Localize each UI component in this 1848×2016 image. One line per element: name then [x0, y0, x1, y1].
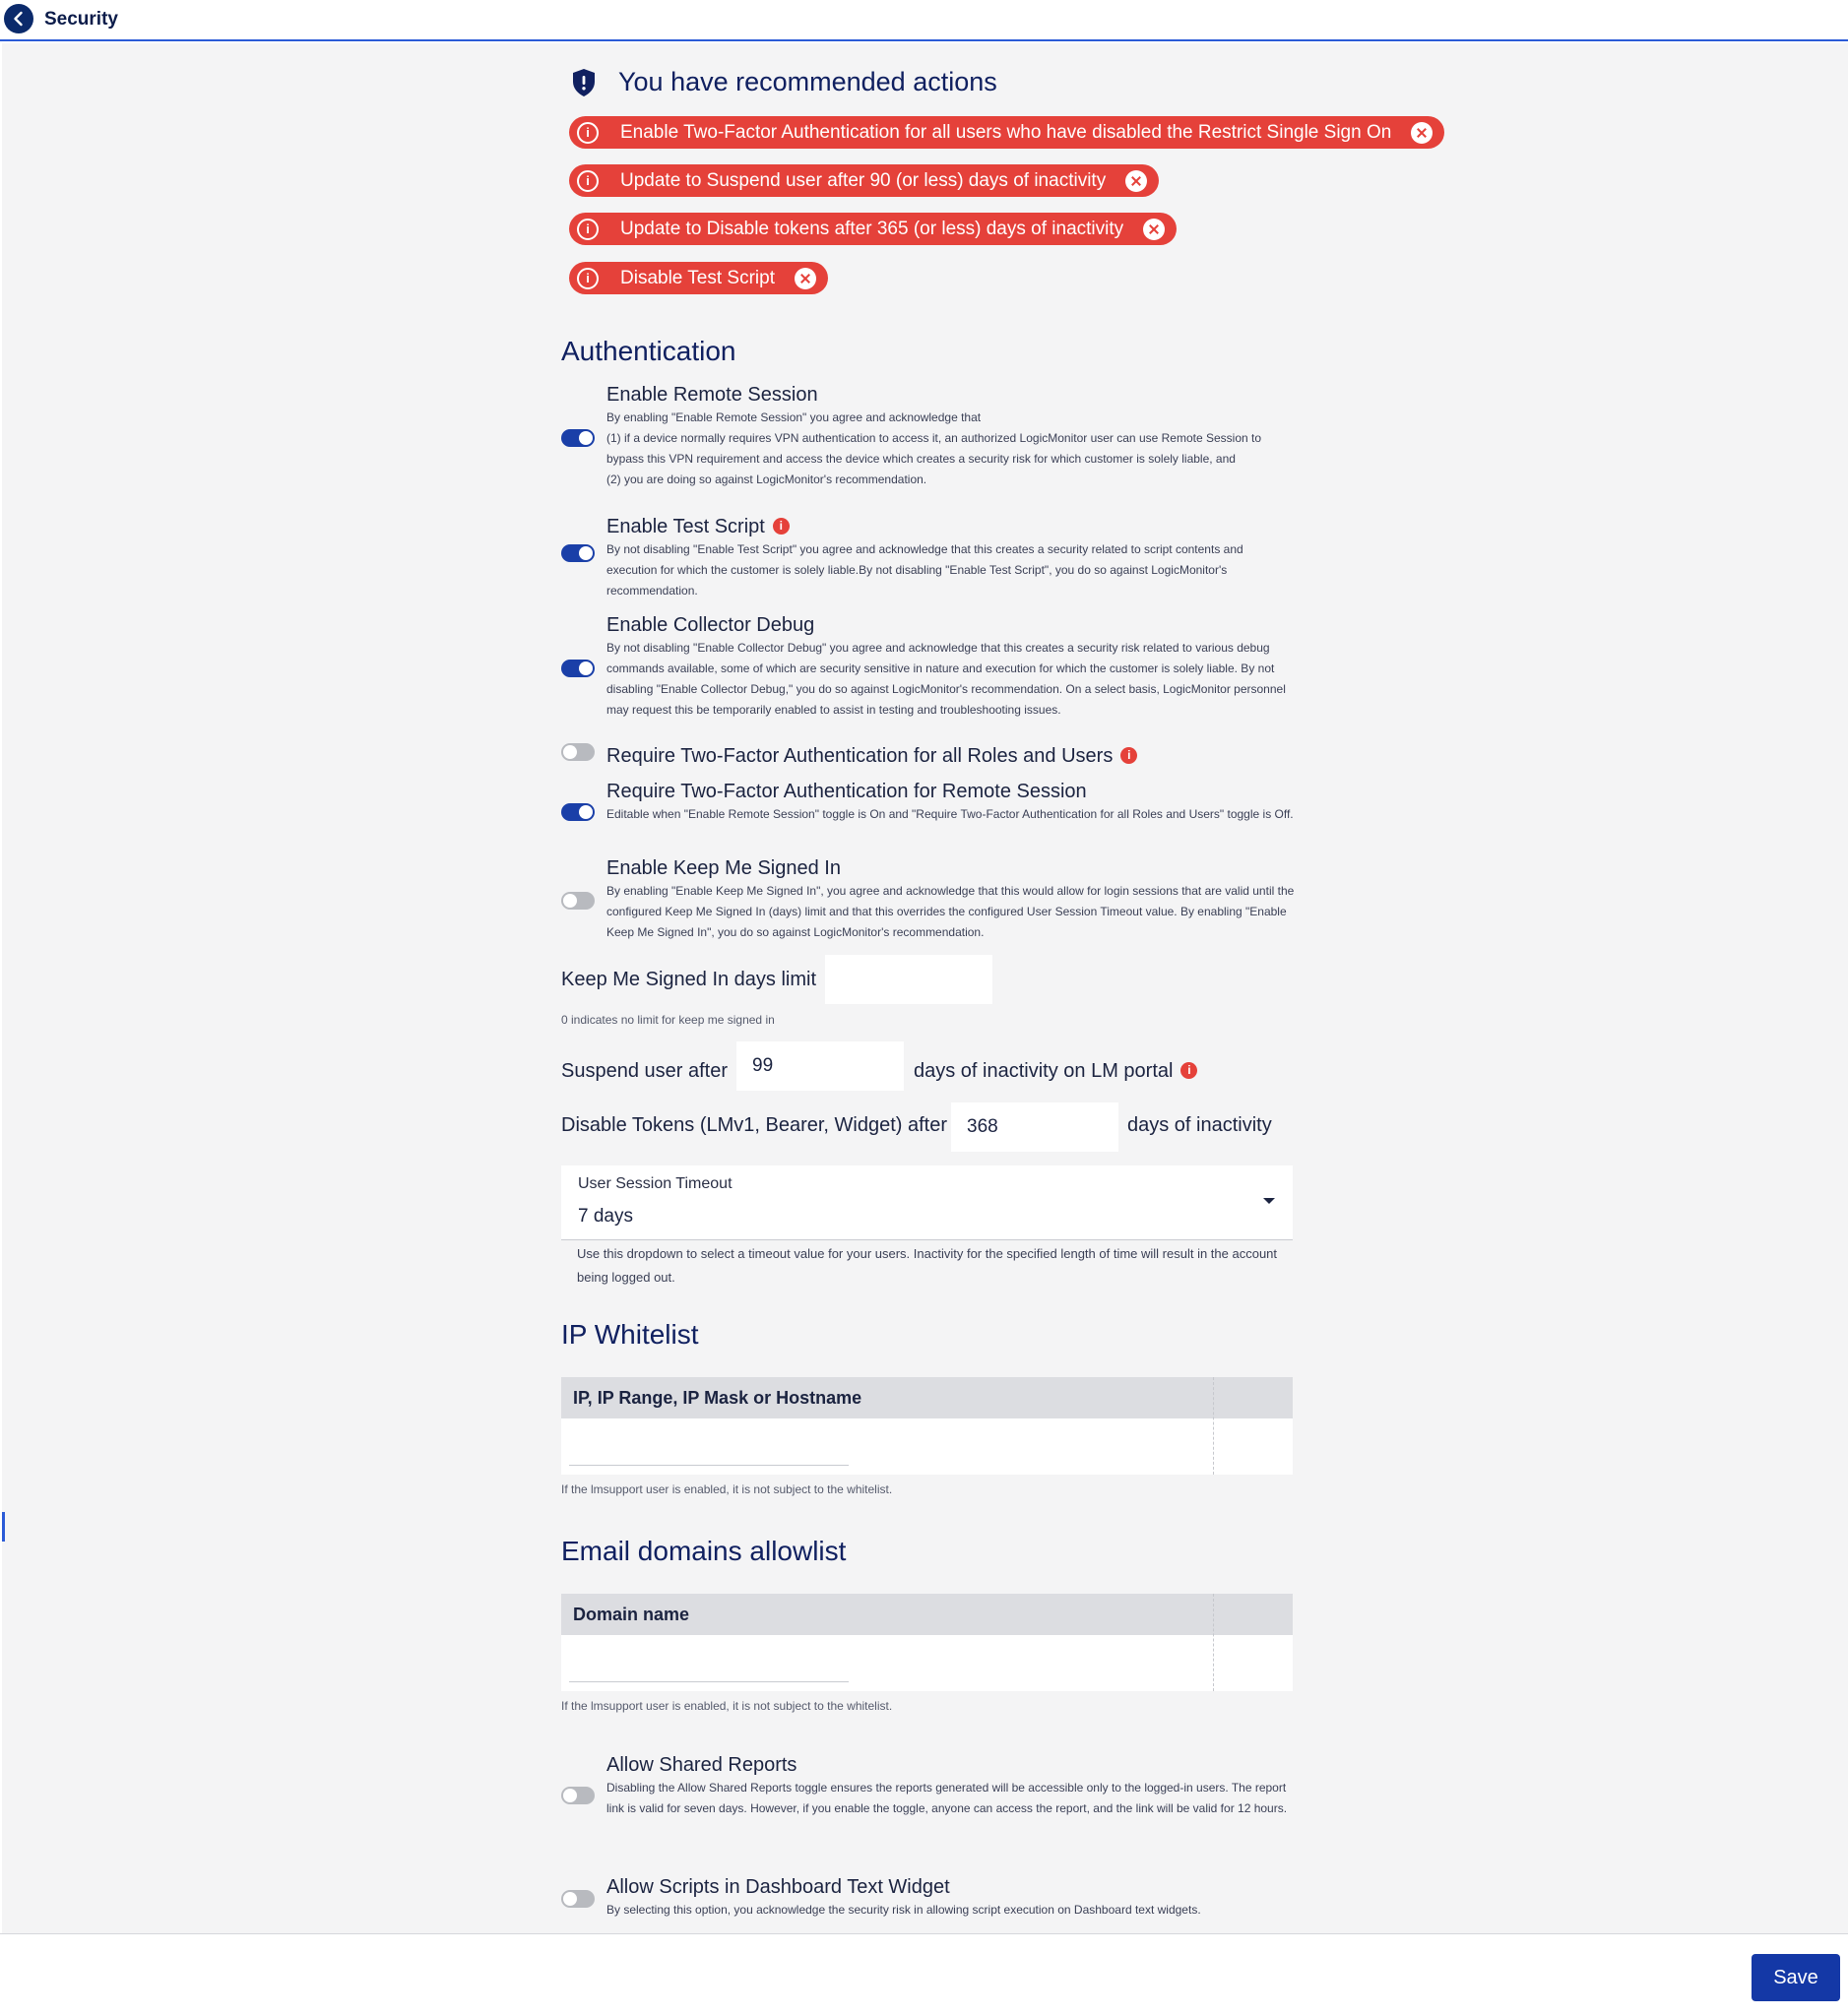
info-icon: i — [577, 218, 599, 240]
setting-name: Allow Shared Reports — [606, 1754, 797, 1776]
column-header: IP, IP Range, IP Mask or Hostname — [573, 1388, 862, 1408]
section-title-email-allowlist: Email domains allowlist — [561, 1536, 847, 1566]
setting-description: By enabling "Enable Keep Me Signed In", … — [606, 884, 1295, 939]
setting-name: Enable Remote Session — [606, 384, 818, 406]
setting-name-row: Enable Test Script i — [606, 516, 790, 538]
suspend-user-suffix: days of inactivity on LM portal — [914, 1060, 1174, 1082]
caret-down-icon — [1263, 1198, 1275, 1204]
alert-info-icon[interactable]: i — [772, 518, 790, 535]
keep-signed-in-limit-label: Keep Me Signed In days limit — [561, 969, 817, 990]
dismiss-icon[interactable] — [1143, 218, 1166, 240]
chevron-left-icon — [14, 11, 23, 27]
table-header: Domain name — [561, 1594, 1293, 1635]
suspend-user-days-input[interactable] — [736, 1041, 904, 1091]
session-timeout-help: Use this dropdown to select a timeout va… — [577, 1246, 1278, 1285]
session-timeout-value: 7 days — [578, 1206, 633, 1227]
recommendations-title: You have recommended actions — [618, 67, 997, 96]
page-title: Security — [44, 9, 118, 30]
recommendation-label: Enable Two-Factor Authentication for all… — [620, 121, 1392, 143]
setting-name-row: Require Two-Factor Authentication for al… — [606, 745, 1138, 768]
table-header: IP, IP Range, IP Mask or Hostname — [561, 1377, 1293, 1418]
email-allowlist-table: Domain name — [561, 1594, 1293, 1691]
section-title-ip-whitelist: IP Whitelist — [561, 1319, 699, 1350]
setting-name: Enable Collector Debug — [606, 614, 815, 636]
session-timeout-select[interactable]: User Session Timeout 7 days — [561, 1166, 1293, 1240]
save-button[interactable]: Save — [1752, 1954, 1840, 2001]
disable-tokens-days-input[interactable] — [951, 1102, 1118, 1152]
session-timeout-label: User Session Timeout — [578, 1175, 733, 1192]
dismiss-icon[interactable] — [1411, 121, 1434, 144]
ip-entry-input[interactable] — [569, 1432, 849, 1466]
setting-name: Require Two-Factor Authentication for Re… — [606, 781, 1087, 802]
dismiss-icon[interactable] — [795, 267, 816, 289]
shared-reports-toggle[interactable] — [561, 1787, 595, 1804]
dashboard-scripts-toggle[interactable] — [561, 1890, 595, 1908]
two-factor-all-toggle[interactable] — [561, 743, 595, 761]
column-header: Domain name — [573, 1605, 690, 1624]
setting-name: Enable Keep Me Signed In — [606, 857, 841, 879]
suspend-user-suffix-row: days of inactivity on LM portal i — [914, 1060, 1198, 1083]
keep-signed-in-limit-note: 0 indicates no limit for keep me signed … — [561, 1013, 775, 1027]
top-bar: Security — [0, 0, 1848, 41]
column-divider — [1213, 1377, 1214, 1475]
recommendation-item[interactable]: i Enable Two-Factor Authentication for a… — [569, 116, 1445, 149]
setting-name: Enable Test Script — [606, 516, 765, 537]
suspend-user-prefix: Suspend user after — [561, 1060, 728, 1082]
recommendation-item[interactable]: i Update to Disable tokens after 365 (or… — [569, 213, 1178, 245]
recommendation-label: Disable Test Script — [620, 267, 775, 288]
alert-info-icon[interactable]: i — [1120, 747, 1138, 764]
keep-signed-in-toggle[interactable] — [561, 892, 595, 910]
collector-debug-toggle[interactable] — [561, 660, 595, 677]
setting-description: Disabling the Allow Shared Reports toggl… — [606, 1781, 1288, 1815]
recommendation-label: Update to Suspend user after 90 (or less… — [620, 169, 1107, 191]
keep-signed-in-limit-input[interactable] — [825, 955, 992, 1004]
recommendations-header: You have recommended actions — [571, 67, 997, 97]
settings-content: You have recommended actions i Enable Tw… — [2, 43, 1848, 1933]
setting-description: By not disabling "Enable Collector Debug… — [606, 641, 1286, 717]
setting-name: Require Two-Factor Authentication for al… — [606, 745, 1114, 767]
scroll-indicator — [2, 1512, 5, 1542]
setting-description: By enabling "Enable Remote Session" you … — [606, 410, 1262, 486]
ip-whitelist-note: If the lmsupport user is enabled, it is … — [561, 1482, 893, 1496]
setting-description: By not disabling "Enable Test Script" yo… — [606, 542, 1243, 598]
setting-description: By selecting this option, you acknowledg… — [606, 1903, 1201, 1917]
column-divider — [1213, 1594, 1214, 1691]
recommendation-item[interactable]: i Disable Test Script — [569, 262, 828, 294]
ip-whitelist-table: IP, IP Range, IP Mask or Hostname — [561, 1377, 1293, 1475]
alert-info-icon[interactable]: i — [1180, 1062, 1198, 1079]
recommendation-item[interactable]: i Update to Suspend user after 90 (or le… — [569, 164, 1160, 197]
setting-description: Editable when "Enable Remote Session" to… — [606, 807, 1294, 821]
email-allowlist-note: If the lmsupport user is enabled, it is … — [561, 1699, 893, 1713]
info-icon: i — [577, 121, 599, 144]
section-title-authentication: Authentication — [561, 336, 736, 366]
test-script-toggle[interactable] — [561, 544, 595, 562]
two-factor-remote-toggle[interactable] — [561, 803, 595, 821]
recommendation-label: Update to Disable tokens after 365 (or l… — [620, 218, 1124, 239]
domain-entry-input[interactable] — [569, 1649, 849, 1682]
info-icon: i — [577, 169, 599, 192]
remote-session-toggle[interactable] — [561, 429, 595, 447]
dismiss-icon[interactable] — [1125, 169, 1148, 192]
disable-tokens-suffix: days of inactivity — [1127, 1114, 1272, 1136]
footer-bar — [0, 1933, 1848, 2016]
shield-alert-icon — [573, 68, 595, 96]
info-icon: i — [577, 267, 599, 289]
setting-name: Allow Scripts in Dashboard Text Widget — [606, 1876, 950, 1898]
back-button[interactable] — [4, 4, 33, 33]
disable-tokens-prefix: Disable Tokens (LMv1, Bearer, Widget) af… — [561, 1114, 948, 1136]
